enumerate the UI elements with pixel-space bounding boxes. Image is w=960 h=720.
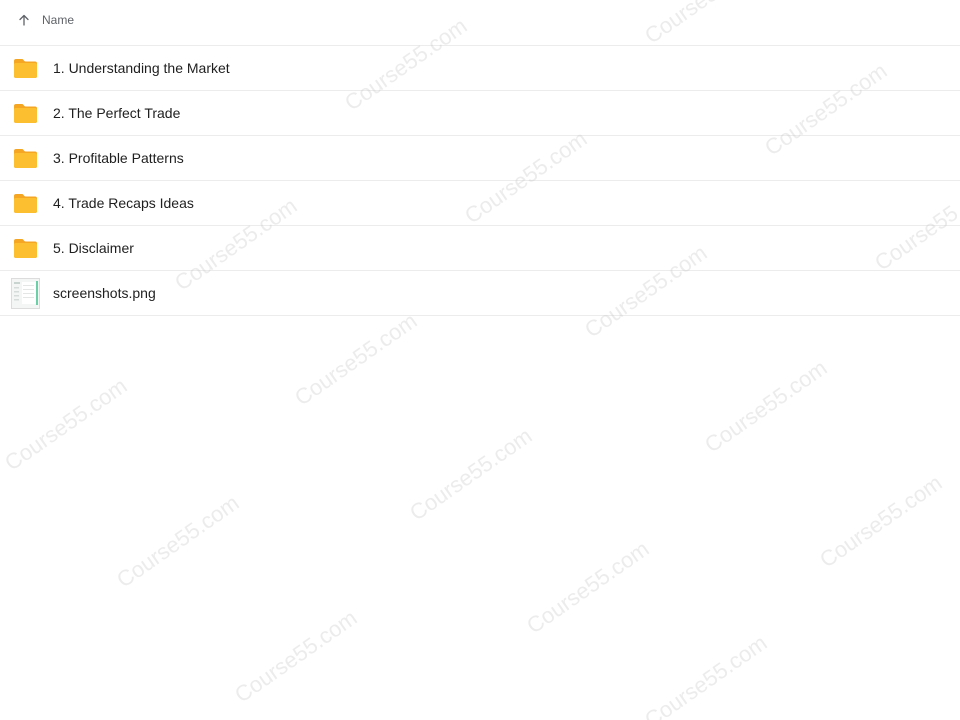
- folder-icon: [13, 103, 38, 124]
- list-header: Name: [0, 0, 960, 46]
- file-browser: Name 1. Understanding the Market 2. The …: [0, 0, 960, 720]
- watermark: Course55.com: [230, 604, 362, 708]
- list-item-folder-5[interactable]: 5. Disclaimer: [0, 226, 960, 271]
- watermark: Course55.com: [815, 469, 947, 573]
- item-name: 1. Understanding the Market: [53, 60, 230, 76]
- folder-icon: [13, 58, 38, 79]
- folder-icon: [13, 148, 38, 169]
- watermark: Course55.com: [700, 354, 832, 458]
- file-list: 1. Understanding the Market 2. The Perfe…: [0, 46, 960, 316]
- watermark: Course55.com: [0, 372, 132, 476]
- watermark: Course55.com: [640, 629, 772, 720]
- item-name: 4. Trade Recaps Ideas: [53, 195, 194, 211]
- list-item-folder-4[interactable]: 4. Trade Recaps Ideas: [0, 181, 960, 226]
- list-item-file-screenshots[interactable]: screenshots.png: [0, 271, 960, 316]
- watermark: Course55.com: [522, 535, 654, 639]
- item-name: 2. The Perfect Trade: [53, 105, 181, 121]
- watermark: Course55.com: [112, 489, 244, 593]
- name-column-header[interactable]: Name: [42, 13, 74, 27]
- image-thumbnail-icon: [11, 278, 40, 309]
- arrow-up-icon[interactable]: [15, 11, 33, 29]
- list-item-folder-2[interactable]: 2. The Perfect Trade: [0, 91, 960, 136]
- watermark: Course55.com: [290, 307, 422, 411]
- item-name: 3. Profitable Patterns: [53, 150, 184, 166]
- list-item-folder-1[interactable]: 1. Understanding the Market: [0, 46, 960, 91]
- list-item-folder-3[interactable]: 3. Profitable Patterns: [0, 136, 960, 181]
- item-name: screenshots.png: [53, 285, 156, 301]
- folder-icon: [13, 193, 38, 214]
- item-name: 5. Disclaimer: [53, 240, 134, 256]
- folder-icon: [13, 238, 38, 259]
- watermark: Course55.com: [405, 422, 537, 526]
